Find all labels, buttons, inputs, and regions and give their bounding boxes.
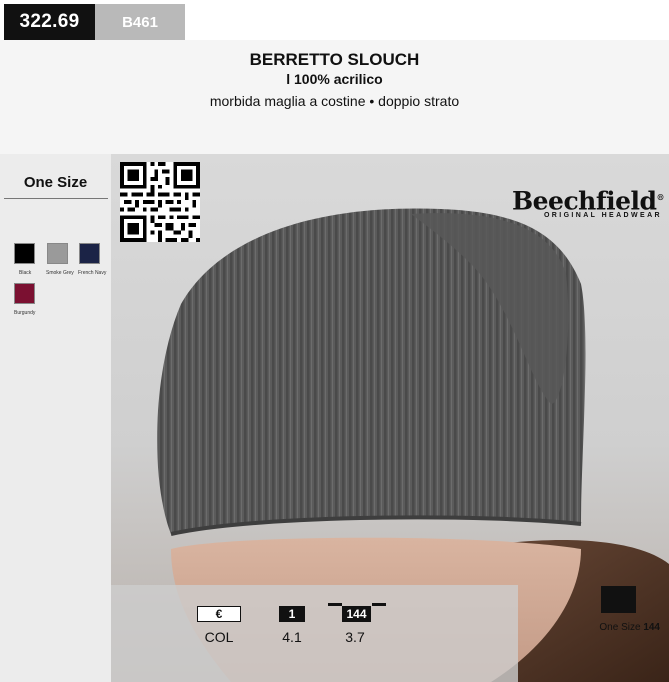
color-name-black: Black (19, 270, 32, 276)
size-pack-label: One Size 144 (560, 622, 660, 633)
garment-icon (601, 586, 636, 613)
unit-qty-value: 4.1 (282, 629, 302, 645)
color-swatch-french-navy (79, 243, 100, 264)
color-swatch-black (14, 243, 35, 264)
brand-logo: Beechfield® ORIGINAL HEADWEAR (512, 184, 664, 220)
sidebar: One Size Black Smoke Grey French Navy Bu… (0, 154, 111, 682)
brand-registered-mark: ® (656, 192, 664, 202)
product-header: BERRETTO SLOUCH l 100% acrilico morbida … (0, 40, 669, 154)
product-reference: B461 (95, 4, 185, 40)
euro-icon: € (197, 606, 241, 622)
color-swatch-smoke-grey (47, 243, 68, 264)
size-divider (4, 198, 108, 199)
carton-bar-right (372, 603, 386, 606)
brand-name: Beechfield (512, 186, 657, 216)
carton-bar-left (328, 603, 342, 606)
size-label: One Size (23, 174, 88, 191)
carton-qty-value: 3.7 (345, 629, 365, 645)
unit-qty-box: 1 (279, 606, 305, 622)
color-swatch-burgundy (14, 283, 35, 304)
product-code: 322.69 (4, 4, 95, 40)
info-panel (111, 585, 518, 682)
product-title: BERRETTO SLOUCH (249, 50, 420, 69)
product-description: morbida maglia a costine • doppio strato (209, 93, 460, 109)
size-pack-size: One Size (599, 622, 641, 633)
col-label: COL (204, 629, 234, 645)
carton-qty-box: 144 (342, 606, 371, 622)
color-name-smoke-grey: Smoke Grey (46, 270, 74, 276)
color-name-burgundy: Burgundy (14, 310, 36, 316)
product-material: l 100% acrilico (286, 71, 383, 87)
size-pack-qty: 144 (643, 622, 660, 633)
qr-code-icon[interactable] (120, 162, 200, 242)
color-name-french-navy: French Navy (78, 270, 107, 276)
